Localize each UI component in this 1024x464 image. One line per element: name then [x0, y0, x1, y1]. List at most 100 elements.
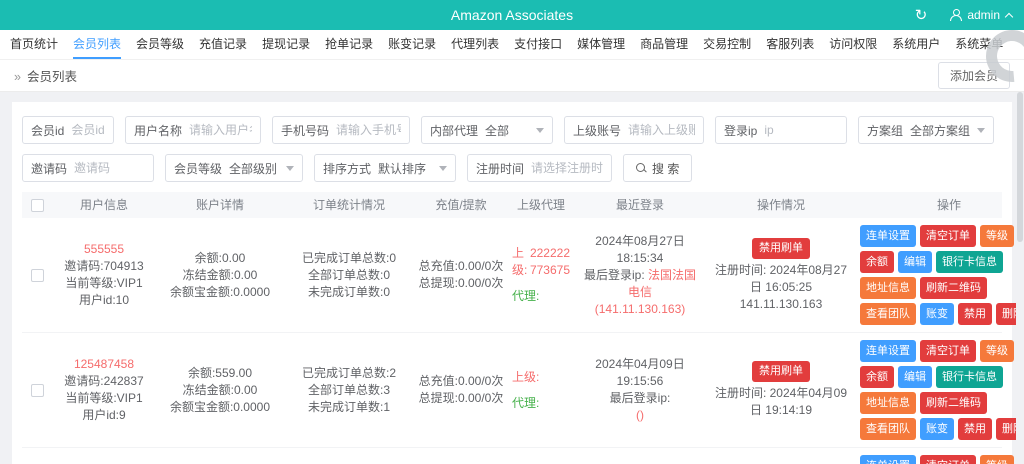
- breadcrumb-label: 会员列表: [26, 70, 77, 84]
- action-button-red[interactable]: 清空订单: [920, 225, 976, 247]
- action-button-orange[interactable]: 等级: [980, 340, 1014, 362]
- action-button-blue[interactable]: 连单设置: [860, 455, 916, 464]
- filter-select-value[interactable]: 全部: [485, 122, 509, 139]
- action-button-orange[interactable]: 地址信息: [860, 392, 916, 414]
- cell-op-status: 禁用刷单 注册时间: 2024年08月27日 16:05:25 141.11.130…: [706, 237, 856, 313]
- select-all-checkbox[interactable]: [30, 198, 44, 212]
- action-button-teal[interactable]: 银行卡信息: [936, 251, 1003, 273]
- row-checkbox[interactable]: [30, 268, 44, 282]
- filter-field[interactable]: [531, 161, 603, 175]
- username-link[interactable]: 125487458: [56, 356, 152, 373]
- cell-last-login: 2024年08月27日 18:15:34 最后登录ip: 法国法国电信 (141.1…: [574, 233, 706, 318]
- nav-tab-2[interactable]: 会员列表: [73, 30, 122, 59]
- action-button-orange[interactable]: 查看团队: [860, 418, 916, 440]
- filter-field[interactable]: [74, 161, 145, 175]
- filter-label: 上级账号: [573, 123, 622, 138]
- nav-tab-1[interactable]: 首页统计: [10, 30, 58, 59]
- action-button-teal[interactable]: 银行卡信息: [936, 366, 1003, 388]
- filter-select-value[interactable]: 全部级别: [229, 160, 277, 177]
- col-op-status: 操作情况: [756, 197, 805, 212]
- nav-tab-11[interactable]: 商品管理: [640, 30, 688, 59]
- nav-tab-5[interactable]: 提现记录: [262, 30, 310, 59]
- action-button-red[interactable]: 禁用: [958, 418, 992, 440]
- filter-input: 登录ip: [715, 116, 847, 144]
- filter-label: 用户名称: [134, 123, 183, 138]
- filter-select-value[interactable]: 默认排序: [378, 160, 426, 177]
- action-button-red[interactable]: 刷新二维码: [920, 392, 987, 414]
- agent-line: 代理:: [512, 288, 570, 305]
- register-line: 注册时间: 2024年04月09日 19:14:19: [710, 385, 852, 419]
- action-button-orange[interactable]: 地址信息: [860, 277, 916, 299]
- action-button-red[interactable]: 余额: [860, 366, 894, 388]
- action-button-blue[interactable]: 连单设置: [860, 225, 916, 247]
- parent-values: 222222 773675: [529, 246, 570, 277]
- col-orders: 订单统计情况: [312, 197, 385, 212]
- cell-orders: 已完成订单总数:0 全部订单总数:0 未完成订单数:0: [284, 250, 414, 301]
- scrollbar-thumb[interactable]: [1017, 92, 1023, 242]
- col-agent: 上级代理: [516, 197, 565, 212]
- filter-field[interactable]: [71, 123, 105, 137]
- action-button-orange[interactable]: 查看团队: [860, 303, 916, 325]
- nav-tab-10[interactable]: 媒体管理: [577, 30, 625, 59]
- action-buttons: 连单设置清空订单等级余额编辑银行卡信息地址信息刷新二维码查看团队账变禁用删除: [860, 340, 1024, 440]
- action-button-red[interactable]: 清空订单: [920, 455, 976, 464]
- action-button-red[interactable]: 禁用: [958, 303, 992, 325]
- nav-tab-14[interactable]: 访问权限: [829, 30, 877, 59]
- table-header: 用户信息 账户详情 订单统计情况 充值/提款 上级代理 最近登录 操作情况 操作: [22, 192, 1002, 218]
- pay-line: 总提现:0.00/0次: [418, 391, 504, 405]
- filter-label: 排序方式: [323, 161, 372, 176]
- nav-tab-12[interactable]: 交易控制: [703, 30, 751, 59]
- last-login-time: 2024年04月09日 19:15:56: [595, 357, 685, 388]
- action-button-blue[interactable]: 编辑: [898, 366, 932, 388]
- pay-line: 总充值:0.00/0次: [418, 374, 504, 388]
- nav-tab-8[interactable]: 代理列表: [451, 30, 499, 59]
- nav-tab-9[interactable]: 支付接口: [514, 30, 562, 59]
- chevron-down-icon: [439, 165, 447, 171]
- table-row: 555555 邀请码:704913 当前等级:VIP1 用户id:10 余额:0.00 冻…: [22, 218, 1024, 333]
- app-header: Amazon Associates ↻ admin: [0, 0, 1024, 30]
- search-button[interactable]: 搜 索: [623, 154, 693, 182]
- action-button-red[interactable]: 清空订单: [920, 340, 976, 362]
- filter-label: 会员等级: [174, 161, 223, 176]
- nav-tab-4[interactable]: 充值记录: [199, 30, 247, 59]
- filter-field[interactable]: [764, 123, 838, 137]
- user-menu[interactable]: admin: [949, 8, 1014, 22]
- filter-field[interactable]: [628, 123, 695, 137]
- row-checkbox[interactable]: [30, 383, 44, 397]
- ban-order-button[interactable]: 禁用刷单: [752, 361, 810, 382]
- nav-tab-13[interactable]: 客服列表: [766, 30, 814, 59]
- filter-select-value[interactable]: 全部方案组: [910, 122, 970, 139]
- action-button-blue[interactable]: 编辑: [898, 251, 932, 273]
- scrollbar[interactable]: [1016, 92, 1024, 464]
- nav-tab-7[interactable]: 账变记录: [388, 30, 436, 59]
- member-level: 当前等级:VIP1: [65, 391, 143, 405]
- nav-tab-15[interactable]: 系统用户: [892, 30, 940, 59]
- cell-op-status: 禁用刷单注册时间: 2024年04月09日 19:14:19: [706, 361, 856, 419]
- filter-field[interactable]: [336, 123, 401, 137]
- refresh-icon[interactable]: ↻: [915, 6, 928, 24]
- action-buttons: 连单设置清空订单等级余额编辑银行卡信息地址信息刷新二维码查看团队账变禁用删除: [860, 225, 1024, 325]
- ban-order-button[interactable]: 禁用刷单: [752, 237, 810, 259]
- action-button-blue[interactable]: 账变: [920, 418, 954, 440]
- account-line: 余额宝金额:0.0000: [169, 399, 271, 414]
- action-button-blue[interactable]: 账变: [920, 303, 954, 325]
- main-nav: 首页统计 会员列表 会员等级 充值记录 提现记录 抢单记录 账变记录 代理列表 支付接口 媒体管理…: [0, 19, 1024, 93]
- filter-input: 手机号码: [272, 116, 410, 144]
- breadcrumb-bar: » 会员列表 添加会员: [0, 60, 1024, 92]
- cell-user-info: 555555 邀请码:704913 当前等级:VIP1 用户id:10: [52, 241, 156, 309]
- order-line: 已完成订单总数:2: [301, 365, 396, 380]
- action-button-red[interactable]: 余额: [860, 251, 894, 273]
- action-button-orange[interactable]: 等级: [980, 225, 1014, 247]
- nav-tab-6[interactable]: 抢单记录: [325, 30, 373, 59]
- order-line: 未完成订单数:1: [307, 399, 390, 414]
- nav-tab-3[interactable]: 会员等级: [136, 30, 184, 59]
- filter-label: 方案组: [867, 123, 904, 138]
- cell-account: 余额:559.00 冻结金额:0.00 余额宝金额:0.0000: [156, 365, 284, 416]
- action-button-red[interactable]: 刷新二维码: [920, 277, 987, 299]
- username-link[interactable]: 555555: [56, 241, 152, 258]
- account-line: 余额宝金额:0.0000: [169, 284, 271, 299]
- action-button-orange[interactable]: 等级: [980, 455, 1014, 464]
- filter-field[interactable]: [189, 123, 252, 137]
- action-button-blue[interactable]: 连单设置: [860, 340, 916, 362]
- account-line: 冻结金额:0.00: [182, 382, 258, 397]
